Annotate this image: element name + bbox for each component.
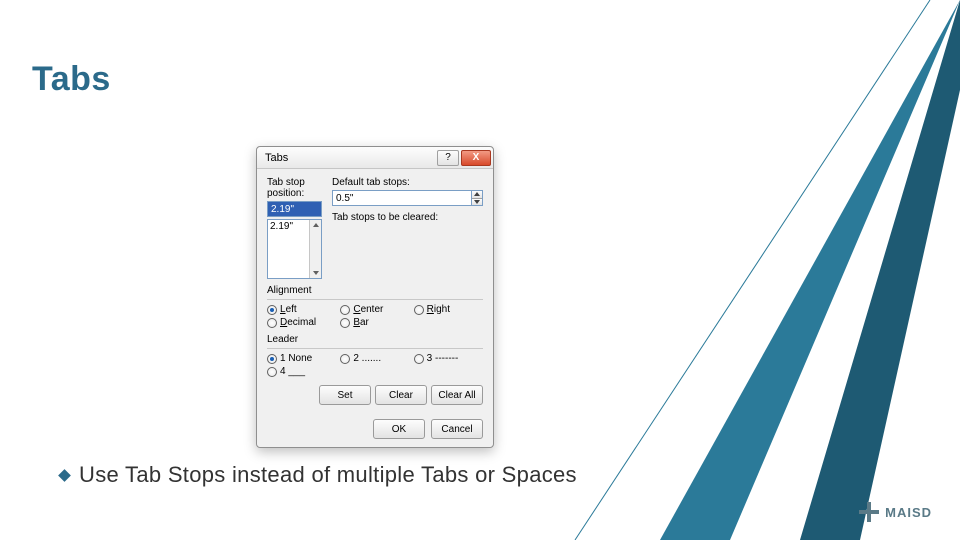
bullet-item: Use Tab Stops instead of multiple Tabs o… (60, 462, 577, 488)
list-item[interactable]: 2.19" (270, 221, 293, 232)
default-tab-stops-label: Default tab stops: (332, 177, 483, 188)
align-bar-radio[interactable]: Bar (340, 317, 409, 328)
help-button[interactable]: ? (437, 150, 459, 166)
leader-2-radio[interactable]: 2 ....... (340, 353, 409, 364)
logo-text: MAISD (885, 505, 932, 520)
clear-button[interactable]: Clear (375, 385, 427, 405)
close-button[interactable]: X (461, 150, 491, 166)
align-left-radio[interactable]: Left (267, 304, 336, 315)
leader-3-radio[interactable]: 3 ------- (414, 353, 483, 364)
dialog-titlebar: Tabs ? X (257, 147, 493, 169)
clear-note-area (332, 223, 483, 237)
logo: MAISD (859, 502, 932, 522)
logo-mark-icon (859, 502, 879, 522)
separator (267, 348, 483, 349)
clear-note-label: Tab stops to be cleared: (332, 212, 483, 223)
leader-none-radio[interactable]: 1 None (267, 353, 336, 364)
align-decimal-radio[interactable]: Decimal (267, 317, 336, 328)
alignment-section-label: Alignment (267, 285, 483, 296)
tab-stop-list[interactable]: 2.19" (267, 219, 322, 279)
leader-section-label: Leader (267, 334, 483, 345)
cancel-button[interactable]: Cancel (431, 419, 483, 439)
slide-title: Tabs (32, 60, 111, 99)
scrollbar[interactable] (309, 220, 321, 278)
tabs-dialog: Tabs ? X Tab stop position: 2.19" Defaul… (256, 146, 494, 448)
separator (267, 299, 483, 300)
bullet-icon (58, 469, 71, 482)
spinner-up[interactable] (472, 191, 482, 199)
clear-all-button[interactable]: Clear All (431, 385, 483, 405)
tab-stop-position-input[interactable] (267, 201, 322, 217)
leader-4-radio[interactable]: 4 ___ (267, 366, 336, 377)
set-button[interactable]: Set (319, 385, 371, 405)
tab-stop-position-label: Tab stop position: (267, 177, 322, 199)
align-right-radio[interactable]: Right (414, 304, 483, 315)
spinner-down[interactable] (472, 199, 482, 206)
align-center-radio[interactable]: Center (340, 304, 409, 315)
dialog-title-text: Tabs (265, 152, 288, 164)
ok-button[interactable]: OK (373, 419, 425, 439)
bullet-text: Use Tab Stops instead of multiple Tabs o… (79, 462, 577, 488)
default-tab-stops-input[interactable] (332, 190, 471, 206)
